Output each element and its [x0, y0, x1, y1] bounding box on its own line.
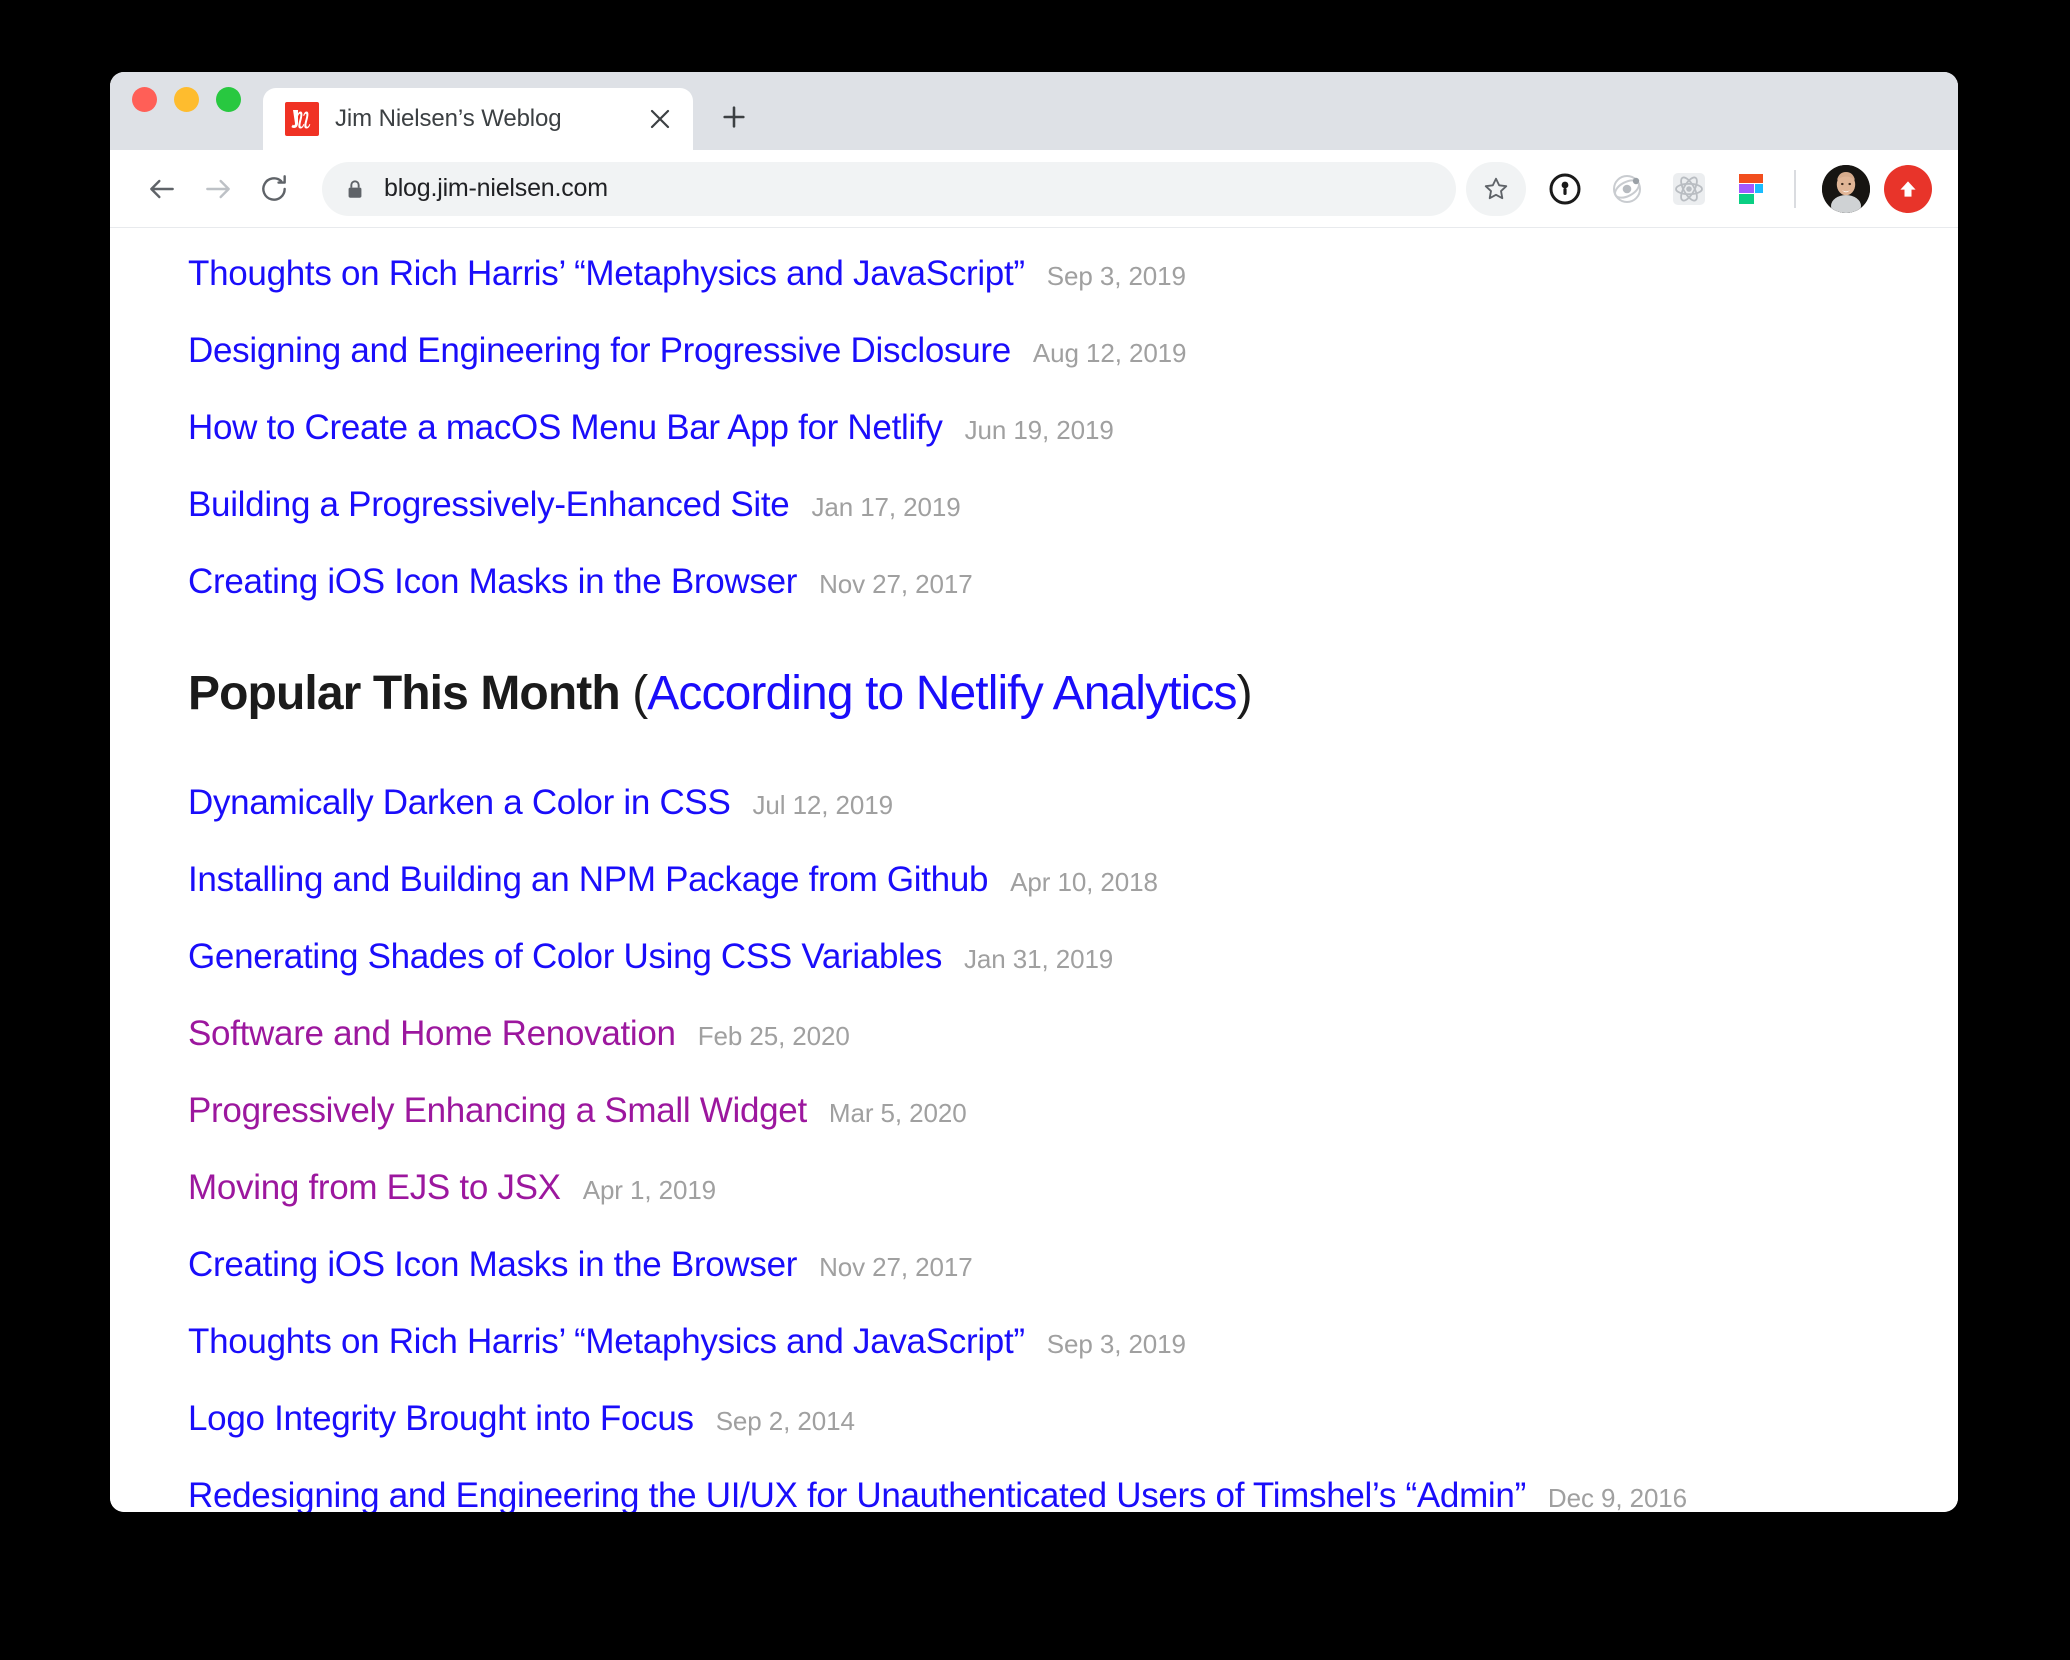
tab-close-icon[interactable] [645, 104, 675, 134]
ionic-extension-icon[interactable] [1596, 161, 1658, 217]
forward-button[interactable] [190, 161, 246, 217]
post-date: Sep 3, 2019 [1046, 261, 1186, 291]
upload-arrow-icon[interactable] [1884, 164, 1932, 213]
post-date: Sep 3, 2019 [1046, 1329, 1186, 1359]
address-bar[interactable]: blog.jim-nielsen.com [322, 161, 1456, 216]
post-title-link[interactable]: Generating Shades of Color Using CSS Var… [188, 937, 942, 977]
heading-paren-open: ( [619, 667, 648, 720]
popular-posts-list: Dynamically Darken a Color in CSS Jul 12… [188, 783, 1908, 1512]
post-title-link[interactable]: Installing and Building an NPM Package f… [188, 860, 988, 900]
post-date: Feb 25, 2020 [697, 1021, 850, 1051]
post-title-link[interactable]: Progressively Enhancing a Small Widget [188, 1091, 807, 1131]
post-date: Nov 27, 2017 [819, 1252, 973, 1282]
post-date: Aug 12, 2019 [1032, 338, 1187, 368]
heading-paren-close: ) [1236, 667, 1253, 720]
back-button[interactable] [134, 161, 190, 217]
list-item[interactable]: Creating iOS Icon Masks in the Browser N… [188, 562, 1908, 602]
bookmark-star-icon[interactable] [1466, 161, 1526, 216]
post-title-link[interactable]: Redesigning and Engineering the UI/UX fo… [188, 1476, 1526, 1512]
lock-icon [344, 178, 366, 200]
1password-extension-icon[interactable] [1534, 161, 1596, 217]
recent-posts-list: Thoughts on Rich Harris’ “Metaphysics an… [188, 254, 1908, 602]
post-date: Sep 2, 2014 [715, 1406, 855, 1436]
post-date: Jan 17, 2019 [811, 492, 961, 522]
page-content: Thoughts on Rich Harris’ “Metaphysics an… [110, 228, 1958, 1512]
extension-icons [1534, 161, 1782, 217]
heading-main-text: Popular This Month [188, 667, 621, 720]
list-item[interactable]: Installing and Building an NPM Package f… [188, 860, 1908, 900]
netlify-analytics-link[interactable]: According to Netlify Analytics [647, 667, 1237, 720]
post-date: Dec 9, 2016 [1547, 1483, 1688, 1512]
toolbar-separator [1794, 169, 1796, 208]
list-item[interactable]: Building a Progressively-Enhanced Site J… [188, 485, 1908, 525]
list-item[interactable]: Thoughts on Rich Harris’ “Metaphysics an… [188, 1322, 1908, 1362]
tab-strip: Jim Nielsen’s Weblog [110, 72, 1958, 150]
list-item[interactable]: Creating iOS Icon Masks in the Browser N… [188, 1245, 1908, 1285]
post-title-link[interactable]: Building a Progressively-Enhanced Site [188, 485, 790, 525]
traffic-lights [132, 72, 263, 150]
list-item[interactable]: Progressively Enhancing a Small Widget M… [188, 1091, 1908, 1131]
post-date: Nov 27, 2017 [819, 569, 973, 599]
post-date: Jul 12, 2019 [752, 790, 894, 820]
window-minimize-button[interactable] [174, 86, 199, 112]
tab-title: Jim Nielsen’s Weblog [335, 105, 562, 132]
browser-tab[interactable]: Jim Nielsen’s Weblog [263, 88, 693, 150]
post-date: Apr 10, 2018 [1010, 867, 1158, 897]
post-title-link[interactable]: Moving from EJS to JSX [188, 1168, 561, 1208]
post-date: Mar 5, 2020 [828, 1098, 967, 1128]
list-item[interactable]: Designing and Engineering for Progressiv… [188, 331, 1908, 371]
post-title-link[interactable]: Creating iOS Icon Masks in the Browser [188, 562, 797, 602]
reload-button[interactable] [246, 161, 302, 217]
list-item[interactable]: Software and Home Renovation Feb 25, 202… [188, 1014, 1908, 1054]
list-item[interactable]: Thoughts on Rich Harris’ “Metaphysics an… [188, 254, 1908, 294]
window-maximize-button[interactable] [216, 86, 241, 112]
jim-nielsen-monogram-favicon [285, 102, 319, 136]
list-item[interactable]: Logo Integrity Brought into Focus Sep 2,… [188, 1399, 1908, 1439]
profile-avatar[interactable] [1822, 164, 1870, 213]
post-date: Jun 19, 2019 [964, 415, 1114, 445]
list-item[interactable]: Redesigning and Engineering the UI/UX fo… [188, 1476, 1908, 1512]
list-item[interactable]: Generating Shades of Color Using CSS Var… [188, 937, 1908, 977]
popular-this-month-heading: Popular This Month (According to Netlify… [188, 666, 1908, 721]
post-title-link[interactable]: How to Create a macOS Menu Bar App for N… [188, 408, 943, 448]
post-date: Jan 31, 2019 [964, 944, 1114, 974]
url-text: blog.jim-nielsen.com [384, 174, 608, 202]
content-inner: Thoughts on Rich Harris’ “Metaphysics an… [110, 254, 1958, 1512]
post-title-link[interactable]: Thoughts on Rich Harris’ “Metaphysics an… [188, 254, 1025, 294]
react-devtools-extension-icon[interactable] [1658, 161, 1720, 217]
post-title-link[interactable]: Thoughts on Rich Harris’ “Metaphysics an… [188, 1322, 1025, 1362]
new-tab-button[interactable] [707, 90, 761, 144]
list-item[interactable]: How to Create a macOS Menu Bar App for N… [188, 408, 1908, 448]
browser-window: Jim Nielsen’s Weblog blog.jim-nielsen.co… [110, 72, 1958, 1512]
post-title-link[interactable]: Dynamically Darken a Color in CSS [188, 783, 731, 823]
list-item[interactable]: Dynamically Darken a Color in CSS Jul 12… [188, 783, 1908, 823]
post-title-link[interactable]: Software and Home Renovation [188, 1014, 676, 1054]
post-date: Apr 1, 2019 [582, 1175, 717, 1205]
post-title-link[interactable]: Logo Integrity Brought into Focus [188, 1399, 694, 1439]
post-title-link[interactable]: Designing and Engineering for Progressiv… [188, 331, 1011, 371]
window-close-button[interactable] [132, 86, 157, 112]
list-item[interactable]: Moving from EJS to JSX Apr 1, 2019 [188, 1168, 1908, 1208]
figma-extension-icon[interactable] [1720, 161, 1782, 217]
post-title-link[interactable]: Creating iOS Icon Masks in the Browser [188, 1245, 797, 1285]
browser-toolbar: blog.jim-nielsen.com [110, 150, 1958, 228]
